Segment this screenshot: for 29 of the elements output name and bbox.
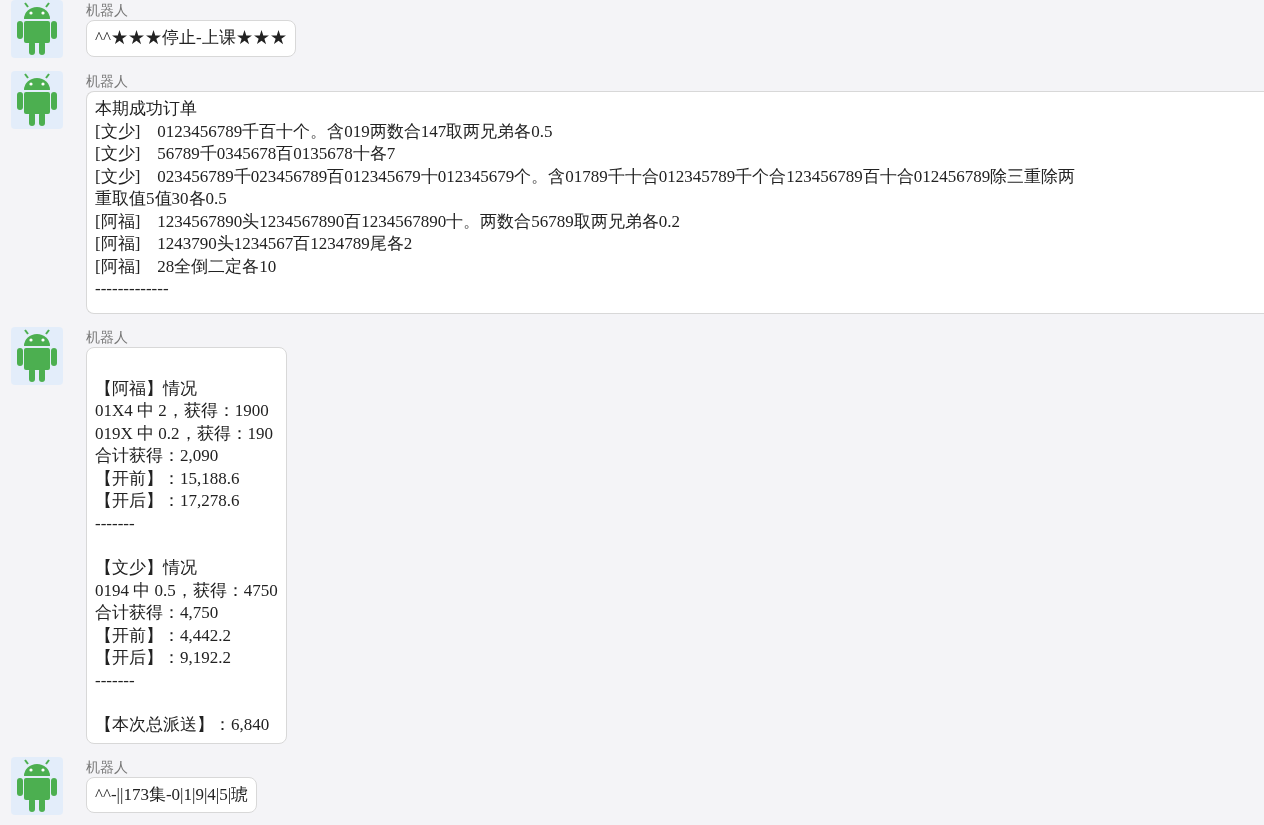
- sender-name: 机器人: [86, 327, 129, 347]
- message-line: 合计获得：2,090: [95, 445, 220, 467]
- message-line: 【开前】：4,442.2: [95, 624, 232, 647]
- message-line: [文少] 0123456789千百十个。含019两数合147取两兄弟各0.5: [95, 120, 554, 143]
- message-line: 重取值5值30各0.5: [95, 188, 228, 210]
- message-line: 【阿福】情况: [95, 377, 198, 400]
- message-line: 0194 中 0.5，获得：4750: [95, 579, 278, 602]
- message-line: [阿福] 1234567890头1234567890百1234567890十。两数合56789取两兄弟各0.2: [95, 210, 682, 233]
- message-line: -------: [95, 669, 136, 692]
- message-line: 01X4 中 2，获得：1900: [95, 400, 270, 422]
- message-line: 【文少】情况: [95, 557, 198, 579]
- message-line: 【开后】：9,192.2: [95, 647, 232, 669]
- message-line: [阿福] 1243790头1234567百1234789尾各2: [95, 233, 414, 255]
- message-line: -------------: [95, 278, 170, 300]
- sender-name: 机器人: [86, 1, 129, 20]
- message-line: ^^★★★停止-上课★★★: [95, 27, 287, 49]
- sender-name: 机器人: [86, 757, 129, 777]
- message-line: 合计获得：4,750: [95, 602, 220, 624]
- message-line: 【本次总派送】：6,840: [95, 714, 271, 736]
- message-line: [阿福] 28全倒二定各10: [95, 255, 278, 278]
- message-line: 【开前】：15,188.6: [95, 467, 241, 490]
- message-line: ^^-||173集-0|1|9|4|5|琥: [95, 783, 249, 806]
- message-line: 本期成功订单: [95, 98, 198, 120]
- sender-name: 机器人: [86, 72, 129, 91]
- message-line: 【开后】：17,278.6: [95, 490, 241, 512]
- message-line: 019X 中 0.2，获得：190: [95, 422, 275, 445]
- message-line: [文少] 023456789千023456789百012345679十012345679个。含01789千十合012345789千个合123456789百十合012456789除三重除两: [95, 165, 1077, 188]
- message-line: -------: [95, 512, 136, 535]
- message-line: [文少] 56789千0345678百0135678十各7: [95, 143, 397, 165]
